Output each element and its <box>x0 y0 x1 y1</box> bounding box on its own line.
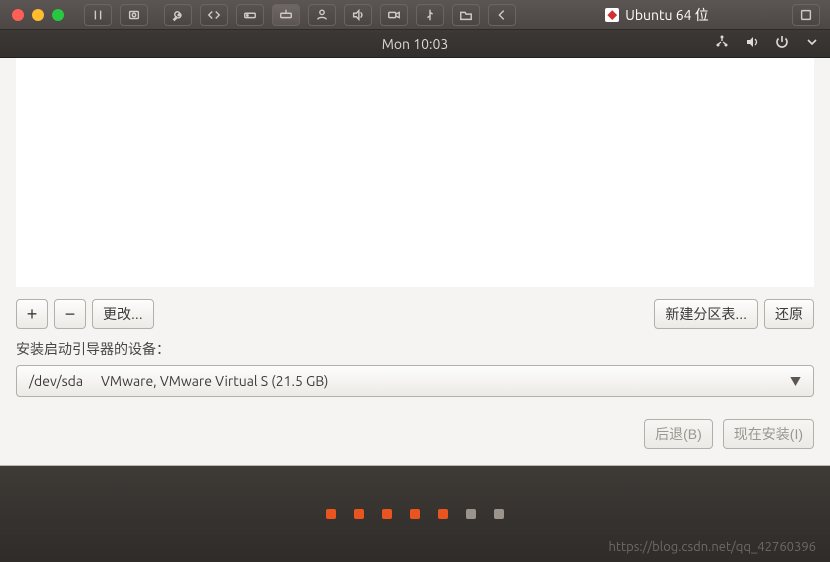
bootloader-device-select[interactable]: /dev/sda VMware, VMware Virtual S (21.5 … <box>16 365 814 397</box>
window-title: ◆ Ubuntu 64 位 <box>524 5 790 25</box>
network-icon[interactable] <box>714 34 730 53</box>
usb-icon[interactable] <box>416 4 444 26</box>
hdd-icon[interactable] <box>236 4 264 26</box>
back-button[interactable]: 后退(B) <box>644 419 713 449</box>
ubuntu-menubar: Mon 10:03 <box>0 30 830 58</box>
power-icon[interactable] <box>774 34 790 53</box>
add-partition-button[interactable]: + <box>16 299 48 329</box>
install-now-button[interactable]: 现在安装(I) <box>723 419 814 449</box>
bootloader-device-value: /dev/sda <box>29 373 83 389</box>
progress-strip: https://blog.csdn.net/qq_42760396 <box>0 466 830 562</box>
pause-icon[interactable] <box>84 4 112 26</box>
status-tray[interactable] <box>714 34 820 53</box>
revert-button[interactable]: 还原 <box>764 299 814 329</box>
sound-icon[interactable] <box>344 4 372 26</box>
user-icon[interactable] <box>308 4 336 26</box>
zoom-window-button[interactable] <box>52 9 64 21</box>
hdd-active-icon[interactable] <box>272 4 300 26</box>
fullscreen-icon[interactable] <box>792 4 820 26</box>
progress-dot-7 <box>494 509 504 519</box>
camera-icon[interactable] <box>380 4 408 26</box>
progress-dot-4 <box>410 509 420 519</box>
progress-dot-1 <box>326 509 336 519</box>
chevron-down-icon: ▼ <box>790 373 801 389</box>
volume-icon[interactable] <box>744 34 760 53</box>
installer-panel: + − 更改... 新建分区表... 还原 安装启动引导器的设备： /dev/s… <box>0 58 830 466</box>
progress-dot-3 <box>382 509 392 519</box>
new-partition-table-button[interactable]: 新建分区表... <box>654 299 758 329</box>
mac-titlebar: ◆ Ubuntu 64 位 <box>0 0 830 30</box>
minimize-window-button[interactable] <box>32 9 44 21</box>
partition-list[interactable] <box>16 58 814 287</box>
bootloader-label: 安装启动引导器的设备： <box>0 335 830 365</box>
change-partition-button[interactable]: 更改... <box>92 299 154 329</box>
snapshot-icon[interactable] <box>120 4 148 26</box>
watermark: https://blog.csdn.net/qq_42760396 <box>609 540 817 554</box>
partition-toolbar: + − 更改... 新建分区表... 还原 <box>0 295 830 335</box>
folder-share-icon[interactable] <box>452 4 480 26</box>
window-title-text: Ubuntu 64 位 <box>625 5 708 25</box>
wrench-icon[interactable] <box>164 4 192 26</box>
footer-buttons: 后退(B) 现在安装(I) <box>0 407 830 465</box>
chevron-down-icon[interactable] <box>804 34 820 53</box>
close-window-button[interactable] <box>12 9 24 21</box>
code-icon[interactable] <box>200 4 228 26</box>
clock-label[interactable]: Mon 10:03 <box>382 36 449 52</box>
chevron-left-icon[interactable] <box>488 4 516 26</box>
progress-dot-5 <box>438 509 448 519</box>
bootloader-device-desc: VMware, VMware Virtual S (21.5 GB) <box>101 373 328 389</box>
traffic-lights <box>0 9 76 21</box>
remove-partition-button[interactable]: − <box>54 299 86 329</box>
vm-badge-icon: ◆ <box>605 8 619 22</box>
progress-dot-6 <box>466 509 476 519</box>
progress-dot-2 <box>354 509 364 519</box>
